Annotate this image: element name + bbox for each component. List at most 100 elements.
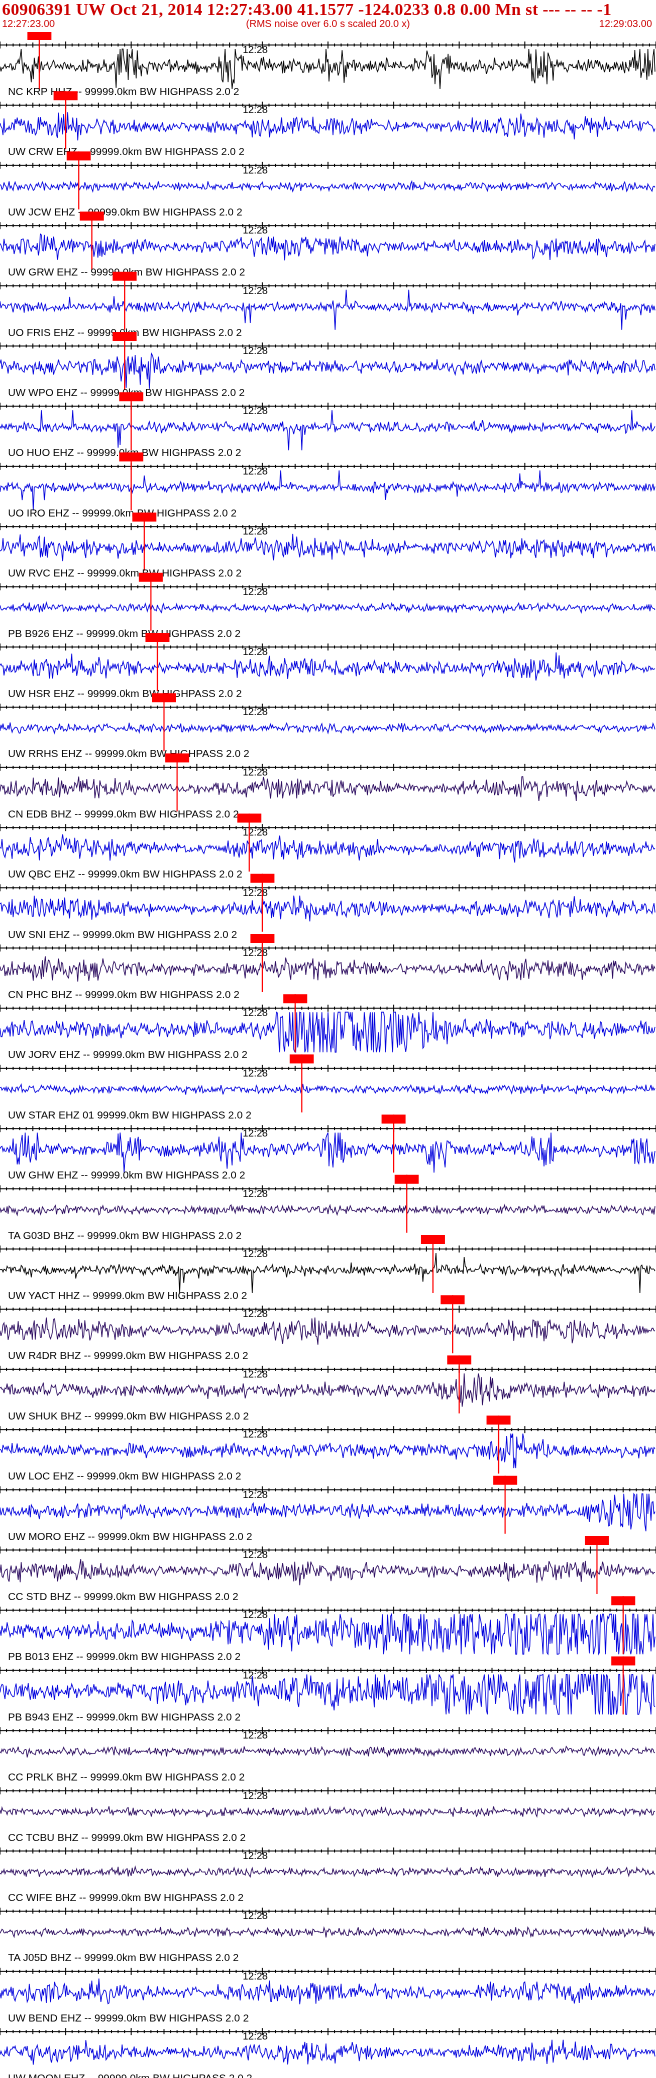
waveform: [0, 2039, 656, 2065]
waveform: [0, 1612, 656, 1656]
waveform: [0, 776, 656, 802]
minute-tick-label: 12:28: [243, 1189, 268, 1200]
waveform: [0, 112, 656, 141]
station-label: UW HSR EHZ -- 99999.0km BW HIGHPASS 2.0 …: [8, 688, 242, 700]
station-label: UO IRO EHZ -- 99999.0km BW HIGHPASS 2.0 …: [8, 507, 237, 519]
minute-tick-label: 12:28: [243, 346, 268, 357]
waveform: [0, 1978, 656, 2005]
pick-marker: [394, 1174, 419, 1184]
waveform: [0, 410, 656, 451]
waveform: [0, 1805, 656, 1818]
trace-row: 12:28 TA J05D BHZ -- 99999.0km BW HIGHPAS…: [0, 1907, 656, 1964]
waveform: [0, 895, 656, 922]
waveform: [0, 180, 656, 193]
station-label: UW MORO EHZ -- 99999.0km BW HIGHPASS 2.0…: [8, 1531, 252, 1543]
trace-row: 12:28UW WPO EHZ -- 99999.0km BW HIGHPASS…: [0, 332, 656, 399]
trace-row: 12:28 PB B013 EHZ -- 99999.0km BW HIGHPAS…: [0, 1596, 656, 1663]
pick-marker: [493, 1475, 518, 1485]
waveform: [0, 1132, 656, 1173]
station-label: UW LOC EHZ -- 99999.0km BW HIGHPASS 2.0 …: [8, 1471, 241, 1483]
station-label: NC KRP HHZ -- 99999.0km BW HIGHPASS 2.0 …: [8, 86, 239, 98]
trace-row: 12:28 UW R4DR BHZ -- 99999.0km BW HIGHPAS…: [0, 1295, 656, 1362]
trace-row: 12:28 UW MORO EHZ -- 99999.0km BW HIGHPAS…: [0, 1475, 656, 1543]
pick-marker: [79, 211, 104, 221]
waveform: [0, 721, 656, 735]
trace-row: 12:28 UW LOC EHZ -- 99999.0km BW HIGHPASS…: [0, 1415, 656, 1483]
station-label: TA G03D BHZ -- 99999.0km BW HIGHPASS 2.0…: [8, 1230, 242, 1242]
waveform: [0, 1083, 656, 1096]
seismogram-plot: 12:28 NC KRP HHZ -- 99999.0km BW HIGHPASS…: [0, 32, 656, 2078]
waveform: [0, 289, 656, 330]
minute-tick-label: 12:28: [243, 948, 268, 959]
trace-row: 12:28 CC WIFE BHZ -- 99999.0km BW HIGHPAS…: [0, 1847, 656, 1904]
trace-row: 12:28 UW BEND EHZ -- 99999.0km BW HIGHPAS…: [0, 1967, 656, 2024]
station-label: UW R4DR BHZ -- 99999.0km BW HIGHPASS 2.0…: [8, 1350, 248, 1362]
station-label: PB B943 EHZ -- 99999.0km BW HIGHPASS 2.0…: [8, 1711, 241, 1723]
pick-marker: [138, 572, 163, 582]
pick-marker: [119, 452, 144, 462]
station-label: UW JCW EHZ -- 99999.0km BW HIGHPASS 2.0 …: [8, 206, 243, 218]
pick-marker: [132, 512, 157, 522]
pick-marker: [250, 873, 275, 883]
pick-marker: [289, 1054, 314, 1064]
pick-marker: [27, 32, 52, 40]
minute-tick-label: 12:28: [243, 1008, 268, 1019]
minute-tick-label: 12:28: [243, 466, 268, 477]
trace-row: 12:28 UW SHUK BHZ -- 99999.0km BW HIGHPAS…: [0, 1355, 656, 1422]
station-label: TA J05D BHZ -- 99999.0km BW HIGHPASS 2.0…: [8, 1952, 239, 1964]
waveform: [0, 652, 656, 681]
minute-tick-label: 12:28: [243, 45, 268, 56]
trace-row: 12:28 CC TCBU BHZ -- 99999.0km BW HIGHPAS…: [0, 1787, 656, 1844]
trace-row: 12:28 NC KRP HHZ -- 99999.0km BW HIGHPASS…: [0, 32, 656, 98]
trace-row: 12:28UO HUO EHZ -- 99999.0km BW HIGHPASS…: [0, 392, 656, 459]
trace-row: 12:28 CC STD BHZ -- 99999.0km BW HIGHPASS…: [0, 1536, 656, 1603]
minute-tick-label: 12:28: [243, 1731, 268, 1742]
minute-tick-label: 12:28: [243, 1490, 268, 1501]
waveform: [0, 1433, 656, 1469]
station-label: PB B013 EHZ -- 99999.0km BW HIGHPASS 2.0…: [8, 1651, 241, 1663]
pick-marker: [283, 994, 308, 1004]
minute-tick-label: 12:28: [243, 1309, 268, 1320]
trace-row: 12:28 UW RRHS EHZ -- 99999.0km BW HIGHPAS…: [0, 693, 656, 760]
station-label: CC TCBU BHZ -- 99999.0km BW HIGHPASS 2.0…: [8, 1832, 246, 1844]
station-label: CC STD BHZ -- 99999.0km BW HIGHPASS 2.0 …: [8, 1591, 238, 1603]
waveform: [0, 233, 656, 261]
minute-tick-label: 12:28: [243, 1249, 268, 1260]
station-label: UW GHW EHZ -- 99999.0km BW HIGHPASS 2.0 …: [8, 1170, 245, 1182]
waveform: [0, 1317, 656, 1345]
station-label: UW RRHS EHZ -- 99999.0km BW HIGHPASS 2.0…: [8, 748, 250, 760]
waveform: [0, 1558, 655, 1586]
station-label: UW CRW EHZ -- 99999.0km BW HIGHPASS 2.0 …: [8, 146, 245, 158]
waveform: [0, 1865, 656, 1879]
pick-marker: [584, 1536, 609, 1545]
pick-marker: [66, 151, 91, 161]
pick-marker: [237, 813, 262, 823]
station-label: UW MOON EHZ -- 99999.0km BW HIGHPASS 2.0…: [8, 2073, 252, 2078]
trace-row: 12:28 PB B926 EHZ -- 99999.0km BW HIGHPAS…: [0, 572, 656, 640]
trace-row: 12:28UW GRW EHZ -- 99999.0km BW HIGHPASS…: [0, 211, 656, 279]
minute-tick-label: 12:28: [243, 165, 268, 176]
trace-row: 12:28 UW MOON EHZ -- 99999.0km BW HIGHPAS…: [0, 2028, 656, 2078]
pick-marker: [250, 934, 275, 943]
minute-tick-label: 12:28: [243, 767, 268, 778]
waveform: [0, 834, 656, 863]
pick-marker: [440, 1295, 465, 1305]
trace-row: 12:28UO FRIS EHZ -- 99999.0km BW HIGHPAS…: [0, 271, 656, 339]
trace-row: 12:28 UW SNI EHZ -- 99999.0km BW HIGHPASS…: [0, 873, 656, 941]
station-label: UW STAR EHZ 01 99999.0km BW HIGHPASS 2.0…: [8, 1109, 252, 1121]
event-title: 60906391 UW Oct 21, 2014 12:27:43.00 41.…: [2, 0, 612, 19]
minute-tick-label: 12:28: [243, 226, 268, 237]
pick-marker: [112, 332, 137, 341]
waveform: [0, 601, 656, 615]
pick-marker: [112, 271, 137, 281]
trace-row: 12:28 CN PHC BHZ -- 99999.0km BW HIGHPASS…: [0, 934, 656, 1001]
minute-tick-label: 12:28: [243, 105, 268, 116]
trace-row: 12:28 CC PRLK BHZ -- 99999.0km BW HIGHPAS…: [0, 1727, 656, 1784]
pick-marker: [420, 1235, 445, 1244]
waveform: [0, 1203, 656, 1217]
station-label: UW SNI EHZ -- 99999.0km BW HIGHPASS 2.0 …: [8, 929, 237, 941]
minute-tick-label: 12:28: [243, 1129, 268, 1140]
minute-tick-label: 12:28: [243, 286, 268, 297]
waveform: [0, 1926, 656, 1939]
trace-row: 12:28 UW YACT HHZ -- 99999.0km BW HIGHPAS…: [0, 1235, 656, 1302]
